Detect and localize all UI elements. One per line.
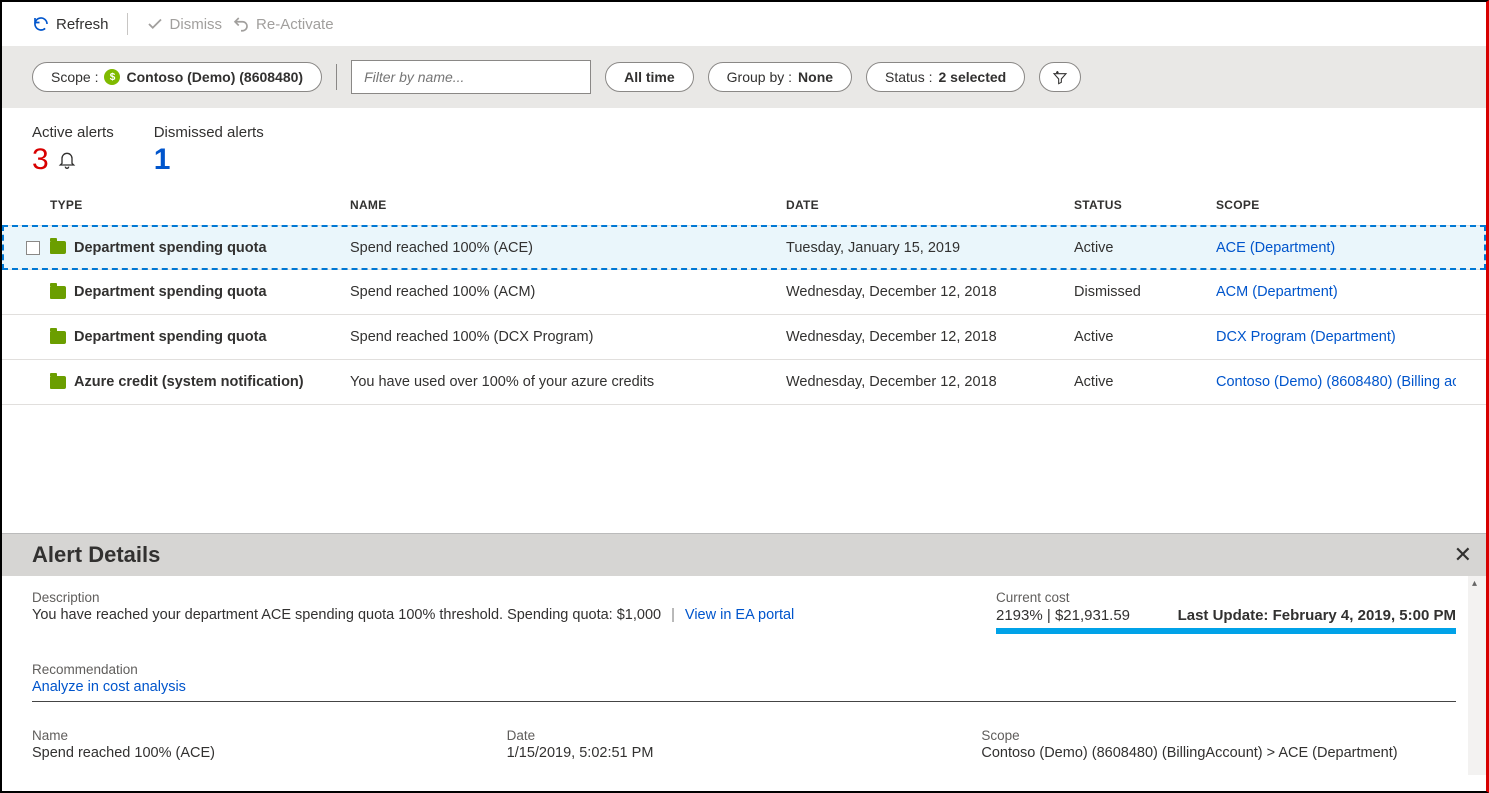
type-text: Department spending quota [74, 329, 267, 345]
close-icon[interactable]: ✕ [1454, 542, 1472, 568]
timerange-value: All time [624, 69, 675, 85]
scope-value: Contoso (Demo) (8608480) [126, 69, 303, 85]
dismissed-alerts-label: Dismissed alerts [154, 124, 264, 141]
description-text: You have reached your department ACE spe… [32, 607, 794, 623]
active-alerts-count: 3 [32, 143, 49, 177]
table-row[interactable]: Department spending quota Spend reached … [2, 270, 1486, 315]
undo-icon [232, 15, 250, 33]
scope-label: Scope : [51, 69, 98, 85]
field-scope-label: Scope [981, 728, 1456, 743]
col-header-scope[interactable]: SCOPE [1216, 198, 1456, 212]
active-alerts-block: Active alerts 3 [32, 124, 114, 177]
cell-date: Tuesday, January 15, 2019 [786, 240, 1074, 256]
field-date-label: Date [507, 728, 982, 743]
current-cost-value: 2193% | $21,931.59 [996, 607, 1130, 624]
table-header: TYPE NAME DATE STATUS SCOPE [2, 185, 1486, 225]
bell-icon [57, 150, 77, 170]
add-filter-button[interactable] [1039, 62, 1081, 92]
filter-name-input[interactable] [351, 60, 591, 94]
timerange-selector[interactable]: All time [605, 62, 694, 92]
dismiss-label: Dismiss [170, 16, 223, 33]
dismissed-alerts-count: 1 [154, 143, 171, 177]
status-value: 2 selected [939, 69, 1007, 85]
view-ea-portal-link[interactable]: View in EA portal [685, 607, 794, 623]
type-text: Azure credit (system notification) [74, 374, 304, 390]
table-row[interactable]: Azure credit (system notification) You h… [2, 360, 1486, 405]
scope-selector[interactable]: Scope : $ Contoso (Demo) (8608480) [32, 62, 322, 92]
filter-separator [336, 64, 337, 90]
details-title: Alert Details [32, 542, 160, 568]
cell-type: Department spending quota [50, 284, 350, 300]
col-header-date[interactable]: DATE [786, 198, 1074, 212]
folder-icon [50, 331, 66, 344]
groupby-label: Group by : [727, 69, 792, 85]
cell-type: Department spending quota [50, 240, 350, 256]
table-row[interactable]: Department spending quota Spend reached … [2, 225, 1486, 270]
groupby-selector[interactable]: Group by : None [708, 62, 852, 92]
table-row[interactable]: Department spending quota Spend reached … [2, 315, 1486, 360]
cell-date: Wednesday, December 12, 2018 [786, 329, 1074, 345]
alert-details-panel: Alert Details ✕ Description You have rea… [2, 533, 1486, 775]
description-label: Description [32, 590, 794, 605]
cell-scope-link[interactable]: ACE (Department) [1216, 240, 1456, 256]
field-scope-value: Contoso (Demo) (8608480) (BillingAccount… [981, 745, 1456, 761]
col-header-name[interactable]: NAME [350, 198, 786, 212]
dismiss-button[interactable]: Dismiss [146, 15, 223, 33]
cell-scope-link[interactable]: Contoso (Demo) (8608480) (Billing accoun… [1216, 374, 1456, 390]
status-selector[interactable]: Status : 2 selected [866, 62, 1025, 92]
dismissed-alerts-block: Dismissed alerts 1 [154, 124, 264, 177]
refresh-button[interactable]: Refresh [32, 15, 109, 33]
details-divider [32, 701, 1456, 702]
cell-type: Azure credit (system notification) [50, 374, 350, 390]
cell-scope-link[interactable]: ACM (Department) [1216, 284, 1456, 300]
groupby-value: None [798, 69, 833, 85]
reactivate-label: Re-Activate [256, 16, 334, 33]
row-checkbox[interactable] [16, 241, 50, 255]
description-value: You have reached your department ACE spe… [32, 607, 661, 623]
folder-icon [50, 241, 66, 254]
alert-summary: Active alerts 3 Dismissed alerts 1 [2, 108, 1486, 185]
analyze-cost-link[interactable]: Analyze in cost analysis [32, 679, 1456, 695]
cell-name: You have used over 100% of your azure cr… [350, 374, 786, 390]
field-date-value: 1/15/2019, 5:02:51 PM [507, 745, 982, 761]
scope-badge-icon: $ [104, 69, 120, 85]
recommendation-label: Recommendation [32, 662, 1456, 677]
field-name-label: Name [32, 728, 507, 743]
cell-name: Spend reached 100% (ACE) [350, 240, 786, 256]
folder-icon [50, 376, 66, 389]
filter-bar: Scope : $ Contoso (Demo) (8608480) All t… [2, 46, 1486, 108]
type-text: Department spending quota [74, 284, 267, 300]
refresh-icon [32, 15, 50, 33]
current-cost-label: Current cost [996, 590, 1130, 605]
type-text: Department spending quota [74, 240, 267, 256]
description-separator: | [665, 607, 681, 623]
active-alerts-label: Active alerts [32, 124, 114, 141]
command-bar: Refresh Dismiss Re-Activate [2, 2, 1486, 46]
cell-scope-link[interactable]: DCX Program (Department) [1216, 329, 1456, 345]
status-label: Status : [885, 69, 932, 85]
filter-icon [1052, 69, 1068, 85]
cell-status: Active [1074, 329, 1216, 345]
col-header-type[interactable]: TYPE [50, 198, 350, 212]
last-update-label: Last Update: February 4, 2019, 5:00 PM [1178, 607, 1456, 624]
field-name-value: Spend reached 100% (ACE) [32, 745, 507, 761]
cell-date: Wednesday, December 12, 2018 [786, 374, 1074, 390]
col-header-status[interactable]: STATUS [1074, 198, 1216, 212]
folder-icon [50, 286, 66, 299]
cell-name: Spend reached 100% (ACM) [350, 284, 786, 300]
toolbar-separator [127, 13, 128, 35]
details-header: Alert Details ✕ [2, 534, 1486, 576]
cell-type: Department spending quota [50, 329, 350, 345]
cell-status: Dismissed [1074, 284, 1216, 300]
details-body: Description You have reached your depart… [2, 576, 1486, 775]
table-body: Department spending quota Spend reached … [2, 225, 1486, 405]
refresh-label: Refresh [56, 16, 109, 33]
reactivate-button[interactable]: Re-Activate [232, 15, 334, 33]
cell-status: Active [1074, 374, 1216, 390]
cell-status: Active [1074, 240, 1216, 256]
cell-name: Spend reached 100% (DCX Program) [350, 329, 786, 345]
cell-date: Wednesday, December 12, 2018 [786, 284, 1074, 300]
check-icon [146, 15, 164, 33]
cost-progress-bar [996, 628, 1456, 634]
